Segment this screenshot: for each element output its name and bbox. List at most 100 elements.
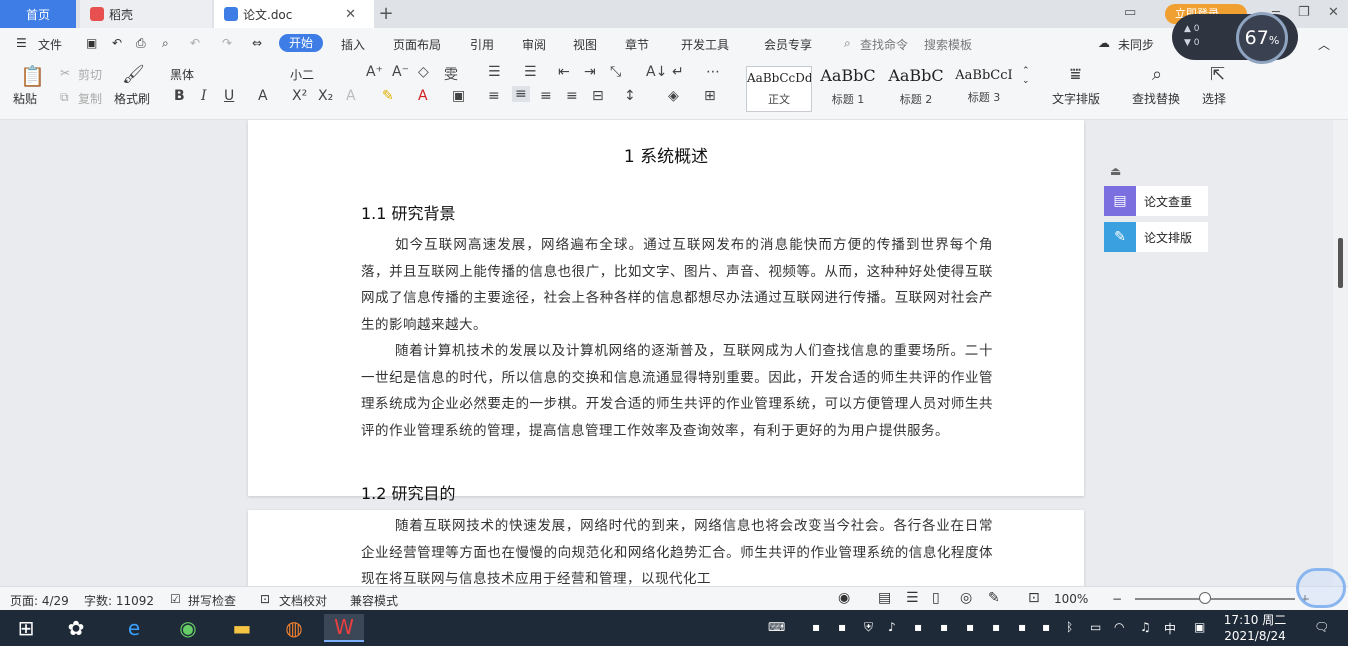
bullet-list-icon[interactable]: ☰: [488, 64, 501, 80]
battery-icon[interactable]: ▭: [1090, 620, 1101, 634]
increase-indent-icon[interactable]: ⇥: [584, 64, 596, 80]
zoom-slider-knob[interactable]: [1199, 592, 1211, 604]
strikethrough-icon[interactable]: A: [258, 88, 268, 104]
chinese-layout-icon[interactable]: ⤡: [610, 64, 621, 80]
panel-collapse-icon[interactable]: ⏏: [1110, 164, 1208, 178]
copy-button[interactable]: 复制: [78, 90, 102, 107]
scroll-thumb[interactable]: [1338, 238, 1343, 288]
align-right-icon[interactable]: ≡: [540, 88, 552, 104]
word-count[interactable]: 字数: 11092: [84, 592, 154, 609]
zoom-slider[interactable]: [1135, 598, 1295, 600]
web-view-icon[interactable]: ◎: [960, 590, 972, 606]
borders-icon[interactable]: ⊞: [704, 88, 716, 104]
char-border-icon[interactable]: ▣: [452, 88, 465, 104]
notification-icon[interactable]: 🗨: [1314, 620, 1329, 634]
collapse-ribbon-icon[interactable]: ︿: [1318, 36, 1330, 53]
shading-icon[interactable]: ◈: [668, 88, 679, 104]
browser360-icon[interactable]: ◉: [168, 614, 208, 642]
hamburger-icon[interactable]: ☰: [16, 36, 27, 50]
bold-icon[interactable]: B: [174, 88, 185, 104]
text-layout-icon[interactable]: ⩸: [1070, 64, 1081, 85]
eye-protect-icon[interactable]: ◉: [838, 590, 850, 606]
tray-icon[interactable]: ▪: [914, 620, 922, 634]
template-search[interactable]: 搜索模板: [924, 36, 972, 53]
menu-review[interactable]: 审阅: [522, 36, 546, 53]
menu-chapter[interactable]: 章节: [625, 36, 649, 53]
justify-icon[interactable]: ≡: [566, 88, 578, 104]
tab-stops-icon[interactable]: ⋯: [706, 64, 720, 80]
align-center-icon[interactable]: ≡: [512, 86, 530, 102]
tab-daoke[interactable]: 稻壳: [80, 0, 212, 28]
font-color-icon[interactable]: A: [418, 88, 428, 104]
bluetooth-icon[interactable]: ᛒ: [1066, 620, 1073, 634]
app-orange-icon[interactable]: ◍: [274, 614, 314, 642]
memory-usage-gauge[interactable]: 67%: [1236, 12, 1288, 64]
tab-document[interactable]: 论文.doc ✕: [214, 0, 374, 28]
styles-expand-icon[interactable]: ⌃ ⌄: [1022, 66, 1030, 86]
ie-browser-icon[interactable]: e: [114, 614, 154, 642]
undo-history-icon[interactable]: ↶: [112, 36, 122, 50]
reading-view-icon[interactable]: ▯: [932, 590, 940, 606]
font-name-select[interactable]: 黑体: [170, 66, 194, 83]
close-window-icon[interactable]: ✕: [1328, 5, 1339, 20]
customize-icon[interactable]: ⇔: [252, 36, 262, 50]
format-painter-icon[interactable]: 🖌: [122, 64, 145, 85]
text-effect-icon[interactable]: A: [346, 88, 356, 104]
sync-status[interactable]: 未同步: [1118, 36, 1154, 53]
superscript-icon[interactable]: X²: [292, 88, 307, 104]
grow-font-icon[interactable]: A⁺: [366, 64, 383, 80]
show-marks-icon[interactable]: ↵: [672, 64, 684, 80]
style-normal[interactable]: AaBbCcDd 正文: [746, 66, 812, 112]
proofread-button[interactable]: 文档校对: [279, 592, 327, 609]
spell-check-button[interactable]: 拼写检查: [188, 592, 236, 609]
ime-icon[interactable]: ▣: [1194, 620, 1205, 634]
ime-indicator[interactable]: 中: [1164, 620, 1176, 637]
paste-icon[interactable]: 📋: [20, 64, 45, 88]
print-icon[interactable]: ⎙: [136, 36, 146, 51]
file-explorer-icon[interactable]: ▬: [222, 614, 262, 642]
print-preview-icon[interactable]: ⌕: [162, 36, 169, 51]
numbered-list-icon[interactable]: ☰: [524, 64, 537, 80]
menu-references[interactable]: 引用: [470, 36, 494, 53]
align-left-icon[interactable]: ≡: [488, 88, 500, 104]
style-heading1[interactable]: AaBbC 标题 1: [815, 66, 881, 112]
line-spacing-icon[interactable]: ↕: [624, 88, 636, 104]
page[interactable]: 随着互联网技术的快速发展，网络时代的到来，网络信息也将会改变当今社会。各行各业在…: [248, 510, 1084, 586]
tray-nvidia-icon[interactable]: ▪: [1042, 620, 1050, 634]
font-size-select[interactable]: 小二: [290, 66, 314, 83]
italic-icon[interactable]: I: [201, 88, 207, 104]
distributed-icon[interactable]: ⊟: [592, 88, 604, 104]
window-layout-icon[interactable]: ▭: [1124, 5, 1136, 20]
tray-shield-icon[interactable]: ⛨: [864, 620, 873, 635]
close-tab-icon[interactable]: ✕: [345, 7, 356, 22]
menu-insert[interactable]: 插入: [341, 36, 365, 53]
cut-button[interactable]: 剪切: [78, 66, 102, 83]
underline-icon[interactable]: U: [224, 88, 234, 104]
redo-icon[interactable]: ↷: [222, 36, 232, 50]
floating-assistant-bubble[interactable]: [1296, 568, 1346, 608]
tray-icon[interactable]: ▪: [838, 620, 846, 634]
vertical-scrollbar[interactable]: [1333, 120, 1348, 586]
menu-file[interactable]: 文件: [38, 36, 62, 53]
select-button[interactable]: 选择: [1202, 90, 1226, 107]
menu-start[interactable]: 开始: [279, 34, 323, 52]
command-search[interactable]: 查找命令: [860, 36, 908, 53]
subscript-icon[interactable]: X₂: [318, 88, 333, 104]
shrink-font-icon[interactable]: A⁻: [392, 64, 409, 80]
tray-icon[interactable]: ▪: [966, 620, 974, 634]
tray-icon[interactable]: ▪: [940, 620, 948, 634]
paste-button[interactable]: 粘贴: [13, 90, 37, 107]
style-heading2[interactable]: AaBbC 标题 2: [883, 66, 949, 112]
menu-member[interactable]: 会员专享: [764, 36, 812, 53]
fit-page-icon[interactable]: ⊡: [1028, 590, 1040, 606]
speed-widget[interactable]: ▲ 0 ▼ 0 67%: [1172, 12, 1298, 64]
tray-icon[interactable]: ▪: [812, 620, 820, 634]
system-clock[interactable]: 17:10 周二 2021/8/24: [1222, 612, 1288, 644]
decrease-indent-icon[interactable]: ⇤: [558, 64, 570, 80]
find-replace-icon[interactable]: ⌕: [1152, 64, 1162, 85]
wifi-icon[interactable]: ◠: [1114, 620, 1124, 634]
outline-view-icon[interactable]: ☰: [906, 590, 919, 606]
windows-start-icon[interactable]: ⊞: [6, 614, 46, 642]
paper-layout-button[interactable]: ✎ 论文排版: [1104, 222, 1208, 252]
style-heading3[interactable]: AaBbCcI 标题 3: [951, 66, 1017, 112]
